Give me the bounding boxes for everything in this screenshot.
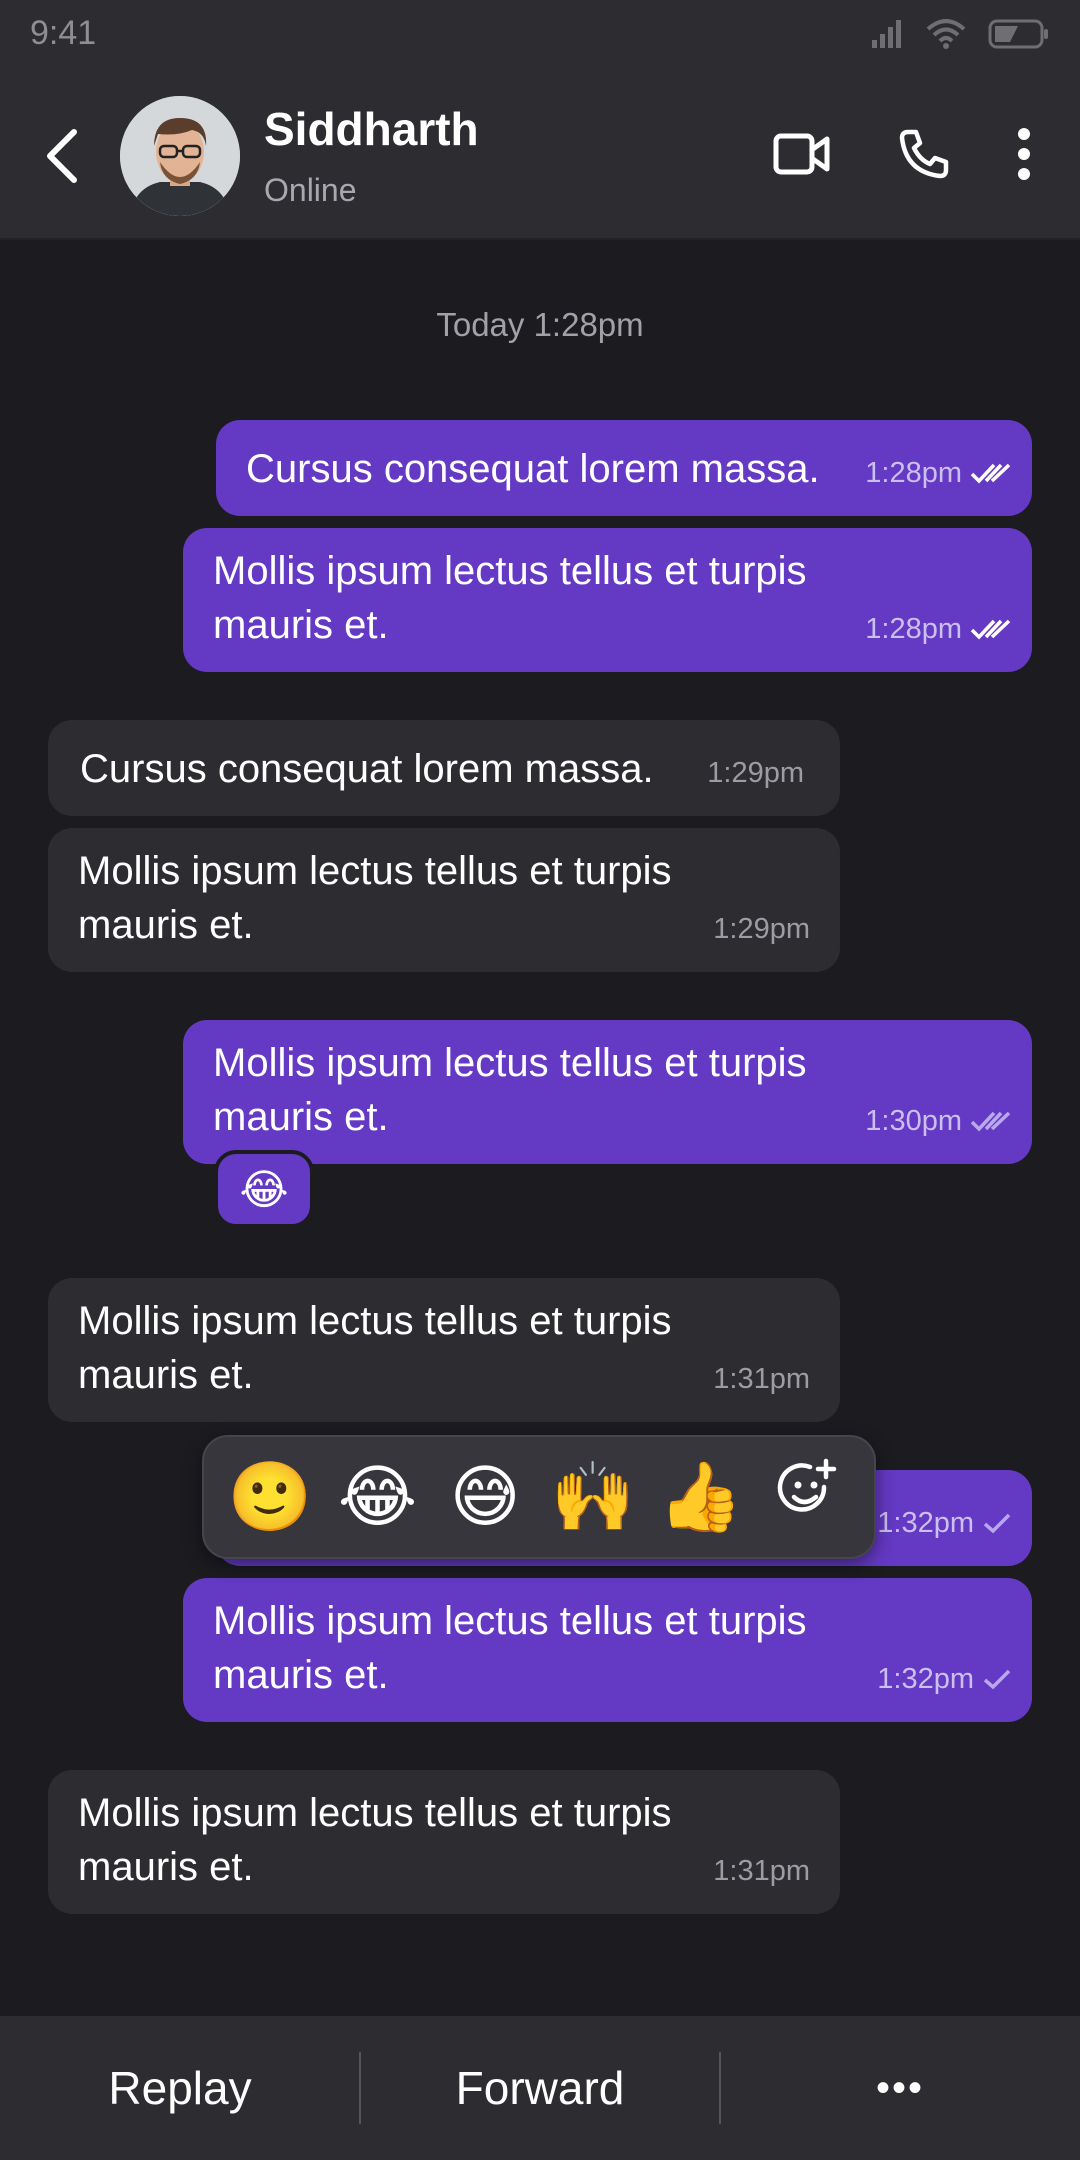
message-meta: 1:32pm	[877, 1652, 1012, 1706]
back-button[interactable]	[38, 124, 86, 188]
chevron-left-icon	[47, 129, 77, 183]
message-text: Mollis ipsum lectus tellus et turpis mau…	[213, 1041, 807, 1139]
chat-header: Siddharth Online	[0, 72, 1080, 240]
message-text: Mollis ipsum lectus tellus et turpis mau…	[213, 549, 807, 647]
reaction-option-sweat-smile[interactable]: 😅	[440, 1457, 530, 1537]
reaction-option-raised-hands[interactable]: 🙌	[548, 1457, 638, 1537]
double-check-icon	[970, 619, 1011, 640]
message-text: Cursus consequat lorem massa.	[80, 747, 654, 791]
message-meta: 1:31pm	[713, 1352, 810, 1406]
message-actions-bar: Replay Forward •••	[0, 2016, 1080, 2160]
message-time: 1:30pm	[865, 1105, 962, 1137]
message-time: 1:31pm	[713, 1855, 810, 1887]
message-bubble-incoming[interactable]: Mollis ipsum lectus tellus et turpis mau…	[48, 1770, 840, 1914]
avatar[interactable]	[120, 96, 240, 216]
double-check-icon	[970, 1111, 1011, 1132]
status-time: 9:41	[30, 14, 97, 52]
phone-icon	[899, 129, 949, 179]
message-meta: 1:29pm	[707, 746, 804, 800]
message-time: 1:28pm	[865, 613, 962, 645]
reaction-option-laugh[interactable]: 😂	[332, 1457, 422, 1537]
message-meta: 1:31pm	[713, 1844, 810, 1898]
battery-icon	[988, 19, 1050, 54]
day-separator: Today 1:28pm	[436, 306, 644, 343]
message-time: 1:28pm	[865, 457, 962, 489]
check-icon	[983, 1513, 1011, 1534]
message-bubble-incoming[interactable]: Mollis ipsum lectus tellus et turpis mau…	[48, 828, 840, 972]
message-bubble-incoming[interactable]: Mollis ipsum lectus tellus et turpis mau…	[48, 1278, 840, 1422]
status-icons	[872, 16, 1050, 56]
message-time: 1:32pm	[877, 1663, 974, 1695]
signal-icon	[872, 19, 904, 53]
add-reaction-icon	[777, 1458, 837, 1512]
chat-area[interactable]: Today 1:28pm Cursus consequat lorem mass…	[0, 240, 1080, 2016]
contact-name[interactable]: Siddharth	[264, 102, 479, 156]
message-text: Mollis ipsum lectus tellus et turpis mau…	[78, 1791, 672, 1889]
reaction-option-thumbs-up[interactable]: 👍	[655, 1457, 745, 1537]
wifi-icon	[926, 18, 966, 54]
reaction-picker: 🙂 😂 😅 🙌 👍	[202, 1435, 876, 1559]
video-call-button[interactable]	[770, 122, 834, 186]
message-time: 1:29pm	[713, 913, 810, 945]
message-bubble-outgoing[interactable]: Mollis ipsum lectus tellus et turpis mau…	[183, 1020, 1032, 1164]
message-meta: 1:32pm	[877, 1496, 1012, 1550]
message-meta: 1:29pm	[713, 902, 810, 956]
reaction-option-smile[interactable]: 🙂	[225, 1457, 315, 1537]
message-text: Mollis ipsum lectus tellus et turpis mau…	[78, 1299, 672, 1397]
contact-status: Online	[264, 172, 357, 208]
message-meta: 1:28pm	[865, 602, 1012, 656]
more-vertical-icon	[1018, 128, 1030, 180]
check-icon	[983, 1669, 1011, 1690]
message-bubble-outgoing[interactable]: Mollis ipsum lectus tellus et turpis mau…	[183, 1578, 1032, 1722]
video-camera-icon	[773, 133, 830, 175]
more-options-button[interactable]	[1004, 122, 1044, 186]
voice-call-button[interactable]	[892, 122, 956, 186]
message-meta: 1:28pm	[865, 446, 1012, 500]
message-time: 1:29pm	[707, 757, 804, 789]
message-reaction[interactable]: 😂	[214, 1150, 314, 1228]
message-time: 1:31pm	[713, 1363, 810, 1395]
status-bar: 9:41	[0, 0, 1080, 72]
forward-button[interactable]: Forward	[360, 2016, 720, 2160]
message-bubble-outgoing[interactable]: Mollis ipsum lectus tellus et turpis mau…	[183, 528, 1032, 672]
message-text: Mollis ipsum lectus tellus et turpis mau…	[213, 1599, 807, 1697]
double-check-icon	[970, 463, 1011, 484]
add-reaction-button[interactable]	[763, 1457, 853, 1538]
message-bubble-outgoing[interactable]: Cursus consequat lorem massa. 1:28pm	[216, 420, 1032, 516]
message-time: 1:32pm	[877, 1507, 974, 1539]
message-bubble-incoming[interactable]: Cursus consequat lorem massa. 1:29pm	[48, 720, 840, 816]
reply-button[interactable]: Replay	[0, 2016, 360, 2160]
message-text: Mollis ipsum lectus tellus et turpis mau…	[78, 849, 672, 947]
more-actions-button[interactable]: •••	[720, 2016, 1080, 2160]
message-meta: 1:30pm	[865, 1094, 1012, 1148]
